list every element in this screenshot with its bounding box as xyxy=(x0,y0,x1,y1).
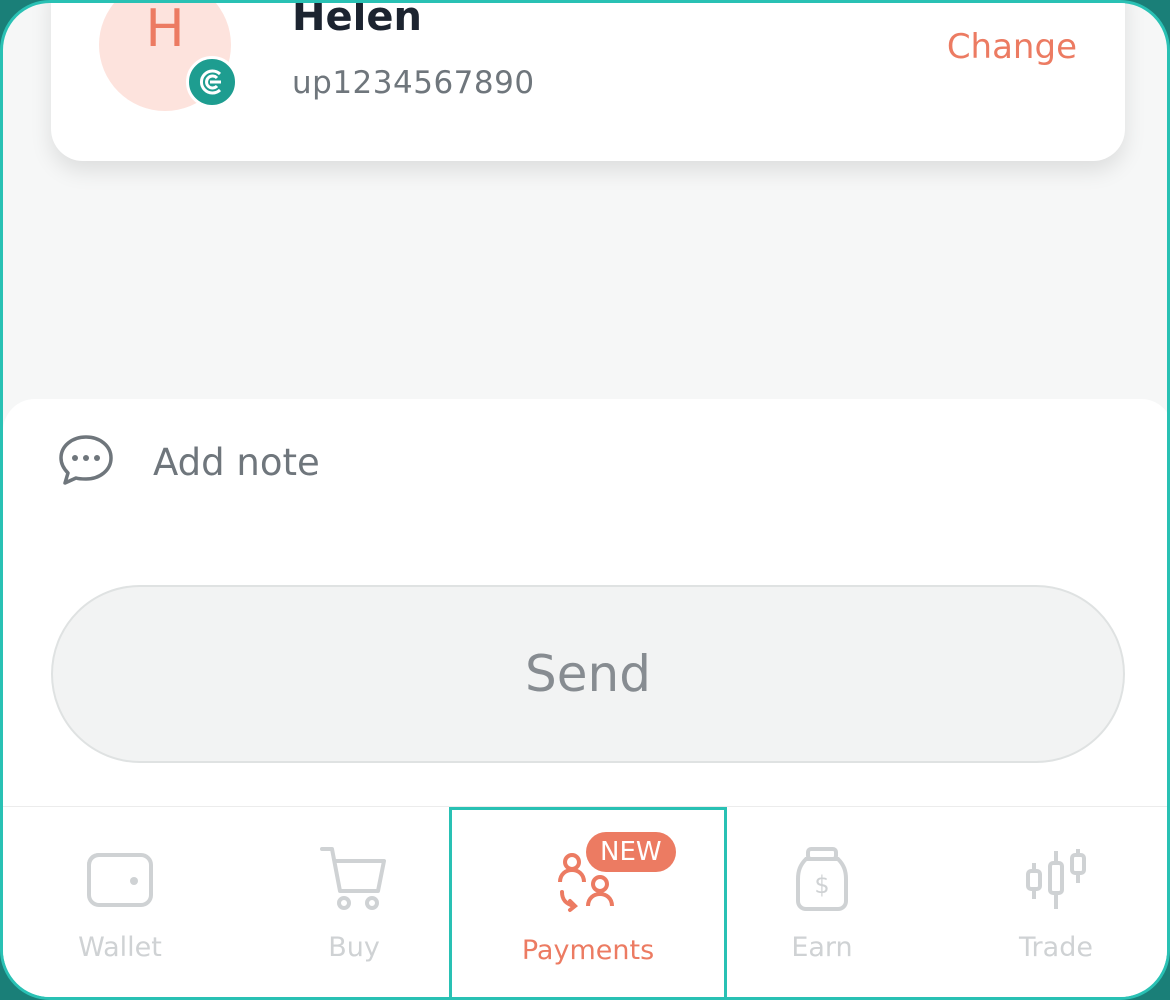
candlestick-icon xyxy=(1020,843,1092,915)
money-jar-icon: $ xyxy=(786,843,858,915)
coin-logo-icon xyxy=(186,56,238,108)
tab-earn-label: Earn xyxy=(791,932,853,963)
tab-buy-label: Buy xyxy=(328,932,380,963)
add-note-label: Add note xyxy=(153,440,320,484)
tab-earn[interactable]: $ Earn xyxy=(705,807,939,997)
tab-trade[interactable]: Trade xyxy=(939,807,1167,997)
avatar-letter: H xyxy=(145,0,185,59)
tab-wallet-label: Wallet xyxy=(78,932,162,963)
tab-payments[interactable]: NEW Payments xyxy=(449,807,727,997)
recipient-card: H Helen up1234567890 Change xyxy=(51,0,1125,161)
chat-bubble-icon xyxy=(57,434,115,490)
recipient-id: up1234567890 xyxy=(292,65,535,101)
bottom-tab-bar: Wallet Buy NEW Payments $ Earn Trade xyxy=(3,806,1167,997)
change-recipient-button[interactable]: Change xyxy=(947,27,1077,67)
app-screen: H Helen up1234567890 Change Add note Sen… xyxy=(0,0,1170,1000)
add-note-button[interactable]: Add note xyxy=(57,435,320,489)
recipient-name: Helen xyxy=(292,0,422,40)
wallet-icon xyxy=(84,843,156,915)
tab-buy[interactable]: Buy xyxy=(237,807,471,997)
bottom-sheet: Add note Send xyxy=(3,399,1167,819)
send-button[interactable]: Send xyxy=(51,585,1125,763)
svg-text:$: $ xyxy=(814,871,829,899)
tab-wallet[interactable]: Wallet xyxy=(3,807,237,997)
tab-payments-label: Payments xyxy=(521,935,655,966)
tab-trade-label: Trade xyxy=(1019,932,1093,963)
cart-icon xyxy=(318,843,390,915)
new-badge: NEW xyxy=(586,832,676,872)
